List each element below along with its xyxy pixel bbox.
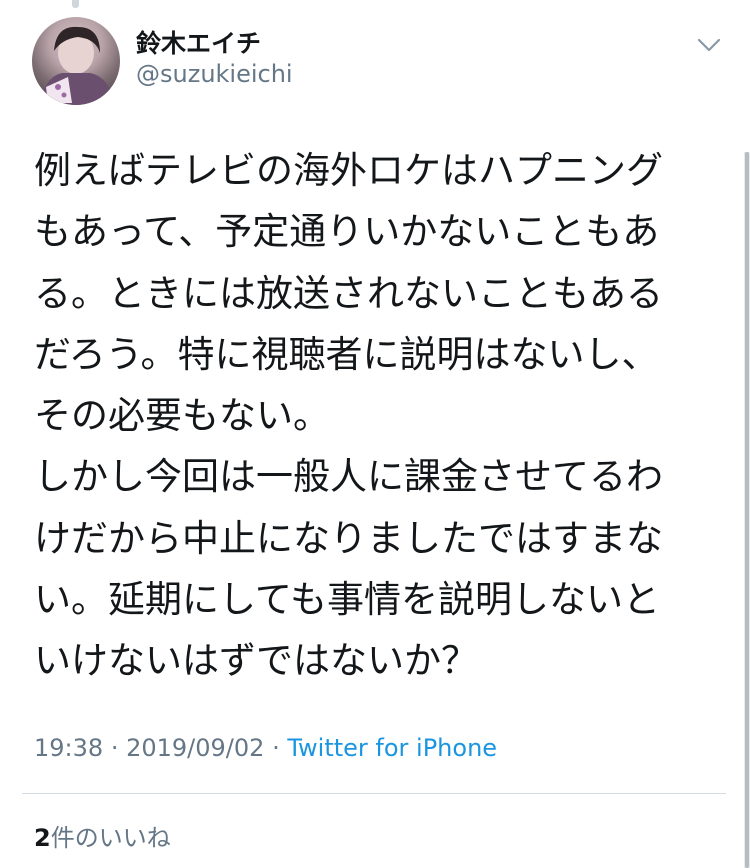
tweet-source-link[interactable]: Twitter for iPhone — [287, 734, 497, 762]
likes-number: 2 — [34, 824, 51, 852]
tweet-text: 例えばテレビの海外ロケはハプニング もあって、予定通りいかないこともあ る。とき… — [34, 140, 724, 692]
tweet-text-line: いけないはずではないか？ — [34, 639, 478, 683]
avatar[interactable] — [32, 17, 120, 105]
scroll-indicator — [72, 0, 79, 8]
likes-label: 件のいいね — [50, 824, 171, 852]
chevron-down-icon[interactable] — [696, 32, 722, 58]
divider — [22, 793, 726, 794]
avatar-image — [40, 26, 114, 105]
scrollbar-thumb[interactable] — [745, 152, 749, 868]
meta-separator: · — [272, 734, 280, 762]
tweet-text-line: る。ときには放送されないこともある — [34, 271, 663, 315]
tweet-text-line: もあって、予定通りいかないこともあ — [34, 210, 660, 254]
meta-separator: · — [110, 734, 119, 762]
tweet-text-line: 例えばテレビの海外ロケはハプニング — [34, 149, 663, 192]
scrollbar[interactable] — [744, 152, 750, 868]
tweet-text-line: しかし今回は一般人に課金させてるわ — [34, 455, 663, 499]
tweet-metadata: 19:38 · 2019/09/02 · Twitter for iPhone — [34, 734, 497, 762]
tweet-text-line: だろう。特に視聴者に説明はないし、 — [34, 332, 659, 376]
display-name[interactable]: 鈴木エイチ — [136, 24, 261, 60]
user-handle[interactable]: @suzukieichi — [136, 60, 293, 88]
likes-count[interactable]: 2件のいいね — [34, 818, 171, 853]
tweet-time: 19:38 — [34, 734, 104, 762]
tweet-date: 2019/09/02 — [126, 734, 265, 762]
tweet-text-line: その必要もない。 — [34, 394, 330, 438]
tweet-text-line: い。延期にしても事情を説明しないと — [34, 578, 661, 622]
tweet-text-line: けだから中止になりましたではすまな — [34, 516, 663, 560]
